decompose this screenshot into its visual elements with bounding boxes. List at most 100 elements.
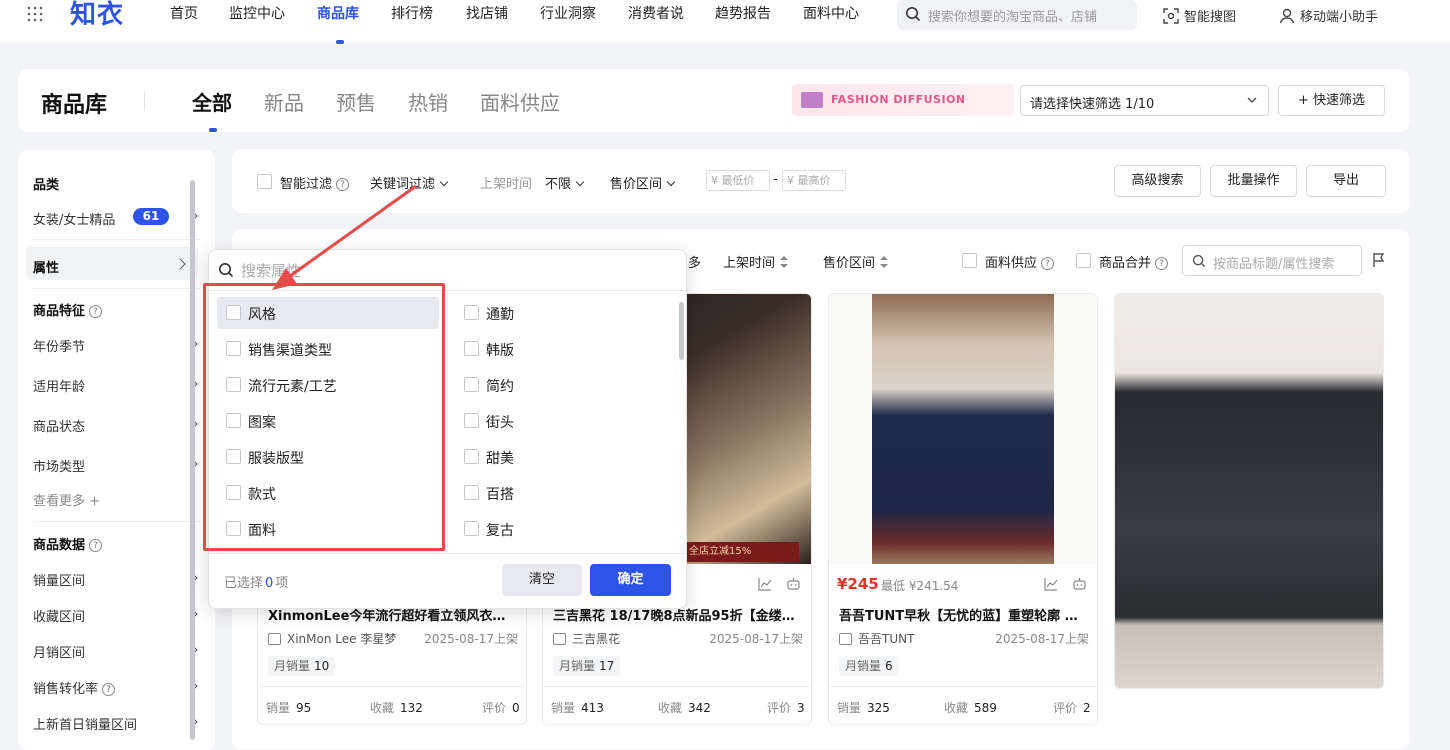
sort-price-range[interactable]: 售价区间 bbox=[823, 252, 889, 271]
attribute-search-input[interactable]: 搜索属性 bbox=[241, 260, 301, 281]
list-search-input[interactable]: 按商品标题/属性搜索 bbox=[1182, 245, 1362, 276]
attribute-heading[interactable]: 属性 bbox=[33, 257, 59, 276]
sort-more[interactable]: 多 bbox=[688, 252, 701, 271]
nav-fabric-center[interactable]: 面料中心 bbox=[803, 6, 859, 22]
nav-find-shop[interactable]: 找店铺 bbox=[466, 6, 508, 22]
product-image[interactable] bbox=[829, 294, 1097, 564]
nav-trend-report[interactable]: 趋势报告 bbox=[715, 6, 771, 22]
option-checkbox[interactable] bbox=[464, 341, 479, 356]
option-checkbox[interactable] bbox=[226, 341, 241, 356]
listing-time-dropdown[interactable]: 不限 bbox=[545, 173, 585, 192]
help-icon[interactable]: ? bbox=[1155, 257, 1169, 270]
merge-checkbox[interactable] bbox=[1076, 253, 1091, 268]
sidebar-item-monthly-range[interactable]: 月销区间 bbox=[33, 642, 85, 661]
option-checkbox[interactable] bbox=[226, 485, 241, 500]
max-price-input[interactable]: ¥ 最高价 bbox=[782, 170, 846, 191]
option-checkbox[interactable] bbox=[464, 305, 479, 320]
option-checkbox[interactable] bbox=[226, 521, 241, 536]
shop-name[interactable]: XinMon Lee 李星梦 bbox=[268, 630, 396, 647]
flag-icon[interactable] bbox=[1372, 252, 1386, 268]
sidebar-item-fav-range[interactable]: 收藏区间 bbox=[33, 606, 85, 625]
shop-name[interactable]: 吾吾TUNT bbox=[839, 630, 914, 647]
attribute-value-option[interactable]: 简约 bbox=[455, 369, 677, 401]
nav-home[interactable]: 首页 bbox=[170, 6, 198, 22]
tab-all[interactable]: 全部 bbox=[192, 87, 232, 116]
option-checkbox[interactable] bbox=[464, 485, 479, 500]
sidebar-item-status[interactable]: 商品状态 bbox=[33, 416, 85, 435]
confirm-button[interactable]: 确定 bbox=[590, 564, 671, 596]
tab-hot[interactable]: 热销 bbox=[408, 87, 448, 116]
nav-monitor[interactable]: 监控中心 bbox=[229, 6, 285, 22]
attribute-option[interactable]: 图案 bbox=[217, 405, 439, 437]
trend-chart-icon[interactable] bbox=[1044, 577, 1058, 591]
nav-product-library[interactable]: 商品库 bbox=[317, 6, 359, 22]
help-icon[interactable]: ? bbox=[89, 539, 103, 552]
sidebar-item-sales-range[interactable]: 销量区间 bbox=[33, 570, 85, 589]
robot-icon[interactable] bbox=[786, 577, 801, 591]
help-icon[interactable]: ? bbox=[336, 178, 350, 191]
logo[interactable]: 知衣 bbox=[70, 0, 124, 30]
product-card[interactable]: ¥245 最低 ¥241.54 吾吾TUNT早秋【无忧的蓝】重塑轮廓 明... … bbox=[828, 293, 1098, 725]
see-more-link[interactable]: 查看更多 + bbox=[33, 490, 100, 509]
fabric-supply-checkbox[interactable] bbox=[962, 253, 977, 268]
sort-listing-time[interactable]: 上架时间 bbox=[723, 252, 789, 271]
shop-name[interactable]: 三吉黑花 bbox=[553, 630, 620, 647]
attribute-option[interactable]: 服装版型 bbox=[217, 441, 439, 473]
attribute-value-option[interactable]: 百搭 bbox=[455, 477, 677, 509]
attribute-option[interactable]: 面料 bbox=[217, 513, 439, 545]
sidebar-item-market[interactable]: 市场类型 bbox=[33, 456, 85, 475]
product-image-card[interactable] bbox=[1114, 293, 1384, 689]
sidebar-item-conversion[interactable]: 销售转化率? bbox=[33, 678, 116, 697]
min-price-input[interactable]: ¥ 最低价 bbox=[706, 170, 770, 191]
price-range-dropdown[interactable]: 售价区间 bbox=[610, 173, 676, 192]
advanced-search-button[interactable]: 高级搜索 bbox=[1114, 165, 1201, 197]
sidebar-scrollbar[interactable] bbox=[190, 180, 195, 740]
sidebar-item-first-day-sales[interactable]: 上新首日销量区间 bbox=[33, 714, 137, 733]
attribute-option[interactable]: 销售渠道类型 bbox=[217, 333, 439, 365]
attribute-option[interactable]: 风格 bbox=[217, 297, 439, 329]
attribute-option[interactable]: 款式 bbox=[217, 477, 439, 509]
export-button[interactable]: 导出 bbox=[1306, 165, 1386, 197]
option-checkbox[interactable] bbox=[464, 449, 479, 464]
help-icon[interactable]: ? bbox=[89, 305, 103, 318]
attribute-value-option[interactable]: 韩版 bbox=[455, 333, 677, 365]
tab-fabric-supply[interactable]: 面料供应 bbox=[480, 87, 560, 116]
attribute-option[interactable]: 流行元素/工艺 bbox=[217, 369, 439, 401]
clear-button[interactable]: 清空 bbox=[502, 564, 582, 596]
product-title[interactable]: 吾吾TUNT早秋【无忧的蓝】重塑轮廓 明... bbox=[839, 605, 1089, 624]
option-checkbox[interactable] bbox=[226, 449, 241, 464]
option-checkbox[interactable] bbox=[226, 413, 241, 428]
apps-grid-icon[interactable] bbox=[26, 5, 44, 23]
sidebar-item-season[interactable]: 年份季节 bbox=[33, 336, 85, 355]
sidebar-item-age[interactable]: 适用年龄 bbox=[33, 376, 85, 395]
quick-filter-select[interactable]: 请选择快速筛选 1/10 bbox=[1020, 85, 1269, 116]
help-icon[interactable]: ? bbox=[102, 683, 116, 696]
keyword-filter-dropdown[interactable]: 关键词过滤 bbox=[370, 173, 449, 192]
trend-chart-icon[interactable] bbox=[758, 577, 772, 591]
attribute-value-option[interactable]: 街头 bbox=[455, 405, 677, 437]
nav-industry[interactable]: 行业洞察 bbox=[540, 6, 596, 22]
category-item[interactable]: 女装/女士精品 bbox=[33, 209, 115, 228]
option-checkbox[interactable] bbox=[464, 521, 479, 536]
attribute-value-option[interactable]: 甜美 bbox=[455, 441, 677, 473]
global-search[interactable]: 搜索你想要的淘宝商品、店铺 bbox=[897, 0, 1137, 30]
option-checkbox[interactable] bbox=[464, 377, 479, 392]
mobile-assistant[interactable]: 移动端小助手 bbox=[1279, 6, 1378, 25]
attribute-value-option[interactable]: 通勤 bbox=[455, 297, 677, 329]
nav-consumer[interactable]: 消费者说 bbox=[628, 6, 684, 22]
tab-new[interactable]: 新品 bbox=[264, 87, 304, 116]
option-checkbox[interactable] bbox=[464, 413, 479, 428]
add-quick-filter-button[interactable]: + 快速筛选 bbox=[1278, 85, 1385, 116]
help-icon[interactable]: ? bbox=[1041, 257, 1055, 270]
nav-rankings[interactable]: 排行榜 bbox=[391, 6, 433, 22]
tab-presale[interactable]: 预售 bbox=[336, 87, 376, 116]
option-checkbox[interactable] bbox=[226, 305, 241, 320]
option-checkbox[interactable] bbox=[226, 377, 241, 392]
fashion-diffusion-banner[interactable]: FASHION DIFFUSION bbox=[792, 84, 1014, 116]
smart-image-search[interactable]: 智能搜图 bbox=[1163, 6, 1236, 25]
robot-icon[interactable] bbox=[1072, 577, 1087, 591]
dropdown-scrollbar[interactable] bbox=[679, 302, 684, 360]
smart-filter-checkbox[interactable] bbox=[257, 174, 272, 189]
batch-operations-button[interactable]: 批量操作 bbox=[1210, 165, 1297, 197]
attribute-value-option[interactable]: 复古 bbox=[455, 513, 677, 545]
